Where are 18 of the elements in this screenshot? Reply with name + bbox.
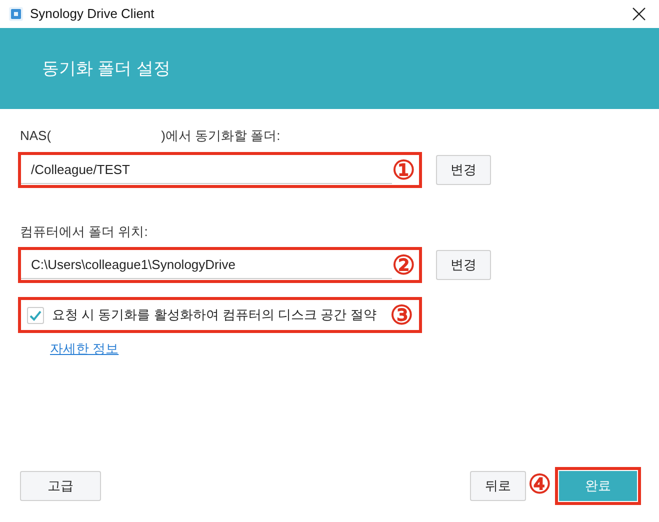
advanced-button[interactable]: 고급 xyxy=(20,471,101,501)
window-title: Synology Drive Client xyxy=(30,5,154,24)
back-button[interactable]: 뒤로 xyxy=(470,471,526,501)
field-label: NAS( xyxy=(20,127,52,145)
app-logo-icon xyxy=(8,6,24,22)
close-icon[interactable] xyxy=(632,7,646,21)
field-label: 컴퓨터에서 폴더 위치: xyxy=(19,222,149,240)
header-title: 동기화 폴더 설정 xyxy=(42,58,170,80)
step-marker: ③ xyxy=(390,302,413,328)
field-label: )에서 동기화할 폴더: xyxy=(161,127,280,145)
step-marker: ④ xyxy=(528,469,551,499)
step-marker: ② xyxy=(392,252,415,278)
change-button[interactable]: 변경 xyxy=(436,154,491,184)
change-button[interactable]: 변경 xyxy=(436,250,491,280)
checkbox[interactable] xyxy=(27,306,44,324)
checkbox-label: 요청 시 동기화를 활성화하여 컴퓨터의 디스크 공간 절약 xyxy=(52,306,378,324)
more-info-link[interactable]: 자세한 정보 xyxy=(50,339,119,358)
step-marker: ① xyxy=(392,156,415,182)
